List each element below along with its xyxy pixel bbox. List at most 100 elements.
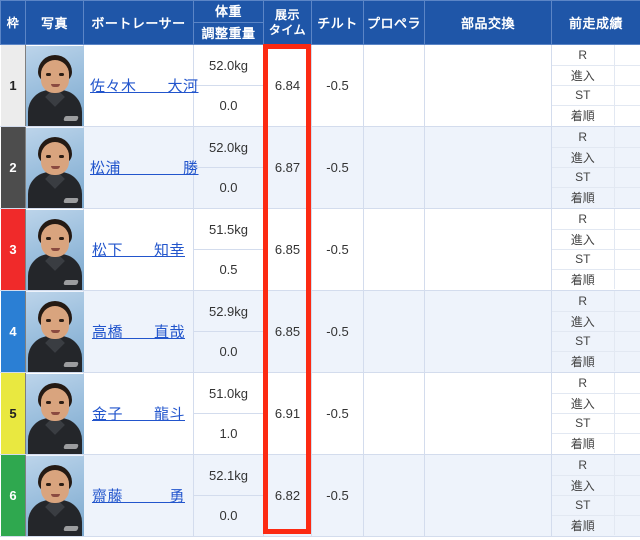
tilt-cell: -0.5 xyxy=(311,290,364,373)
racer-name-link[interactable]: 松下 知幸 xyxy=(92,242,185,259)
previous-result-row: 着順 xyxy=(552,269,640,289)
header-adjust-weight: 調整重量 xyxy=(193,22,264,45)
previous-result-value xyxy=(614,167,640,188)
tilt-cell: -0.5 xyxy=(311,372,364,455)
exhibition-time-cell: 6.82 xyxy=(263,454,312,537)
table-row: 6 齋藤 勇 52.1kg 0.0 6.82 -0.5 R 進入 ST 着順 xyxy=(0,454,640,537)
previous-result-value xyxy=(614,311,640,332)
parts-exchange-cell xyxy=(424,44,552,127)
adjust-weight-value: 0.5 xyxy=(219,261,238,277)
previous-result-label: 進入 xyxy=(552,65,615,86)
table-header: 枠 写真 ボートレーサー 体重 展示 タイム チルト プロペラ 部品交換 前走成… xyxy=(0,0,640,45)
table-row: 5 金子 龍斗 51.0kg 1.0 6.91 -0.5 R 進入 ST 着順 xyxy=(0,372,640,455)
previous-result-subtable: R 進入 ST 着順 xyxy=(552,455,640,535)
adjust-weight-value: 0.0 xyxy=(219,343,238,359)
previous-result-row: R xyxy=(552,455,640,476)
previous-result-label: 進入 xyxy=(552,229,615,250)
propeller-cell xyxy=(363,290,425,373)
racer-name-link[interactable]: 松浦 勝 xyxy=(90,160,199,177)
racer-photo-cell xyxy=(25,208,84,291)
previous-result-label: 着順 xyxy=(552,351,615,371)
racer-name-link[interactable]: 金子 龍斗 xyxy=(92,406,185,423)
header-exhibition-time-line1: 展示 xyxy=(274,7,300,22)
table-row: 2 松浦 勝 52.0kg 0.0 6.87 -0.5 R 進入 ST 着順 xyxy=(0,126,640,209)
previous-result-row: 着順 xyxy=(552,433,640,453)
racer-photo-cell xyxy=(25,454,84,537)
previous-result-row: ST xyxy=(552,249,640,270)
weight-value: 51.0kg xyxy=(194,374,263,414)
header-propeller: プロペラ xyxy=(363,0,425,45)
exhibition-time-cell: 6.91 xyxy=(263,372,312,455)
header-exhibition-time-line2: タイム xyxy=(268,22,307,37)
weight-value: 52.9kg xyxy=(194,292,263,332)
tilt-cell: -0.5 xyxy=(311,454,364,537)
previous-result-row: R xyxy=(552,291,640,312)
adjust-weight-value: 0.0 xyxy=(219,97,238,113)
previous-result-row: 進入 xyxy=(552,393,640,414)
propeller-cell xyxy=(363,44,425,127)
propeller-cell xyxy=(363,208,425,291)
header-weight: 体重 xyxy=(193,0,264,23)
previous-result-value xyxy=(614,495,640,516)
previous-result-subtable: R 進入 ST 着順 xyxy=(552,209,640,289)
previous-result-value xyxy=(614,515,640,535)
racer-photo-cell xyxy=(25,372,84,455)
previous-result-cell: R 進入 ST 着順 xyxy=(551,126,640,209)
racer-photo xyxy=(26,455,84,536)
previous-result-value xyxy=(614,393,640,414)
exhibition-time-cell: 6.87 xyxy=(263,126,312,209)
previous-result-label: 進入 xyxy=(552,147,615,168)
racer-photo xyxy=(26,291,84,372)
previous-result-label: R xyxy=(552,127,615,148)
previous-result-value xyxy=(614,209,640,230)
racer-name-cell: 松浦 勝 xyxy=(83,126,198,209)
parts-exchange-cell xyxy=(424,454,552,537)
table-body: 1 佐々木 大河 52.0kg 0.0 6.84 -0.5 R 進入 ST 着順 2 松浦 勝 52.0… xyxy=(0,44,640,537)
previous-result-row: 着順 xyxy=(552,187,640,207)
previous-result-label: ST xyxy=(552,331,615,352)
table-row: 4 高橋 直哉 52.9kg 0.0 6.85 -0.5 R 進入 ST 着順 xyxy=(0,290,640,373)
previous-result-row: 着順 xyxy=(552,515,640,535)
racer-name-cell: 金子 龍斗 xyxy=(83,372,194,455)
previous-result-subtable: R 進入 ST 着順 xyxy=(552,291,640,371)
previous-result-cell: R 進入 ST 着順 xyxy=(551,44,640,127)
racer-name-link[interactable]: 佐々木 大河 xyxy=(90,78,199,95)
previous-result-label: ST xyxy=(552,495,615,516)
weight-value: 52.0kg xyxy=(194,46,263,86)
propeller-cell xyxy=(363,372,425,455)
racer-name-link[interactable]: 齋藤 勇 xyxy=(92,488,185,505)
racer-name-link[interactable]: 高橋 直哉 xyxy=(92,324,185,341)
propeller-cell xyxy=(363,126,425,209)
previous-result-value xyxy=(614,269,640,289)
previous-result-value xyxy=(614,331,640,352)
previous-result-cell: R 進入 ST 着順 xyxy=(551,290,640,373)
previous-result-label: ST xyxy=(552,413,615,434)
exhibition-time-cell: 6.84 xyxy=(263,44,312,127)
previous-result-row: R xyxy=(552,45,640,66)
table-row: 3 松下 知幸 51.5kg 0.5 6.85 -0.5 R 進入 ST 着順 xyxy=(0,208,640,291)
previous-result-cell: R 進入 ST 着順 xyxy=(551,208,640,291)
previous-result-label: R xyxy=(552,455,615,476)
previous-result-label: R xyxy=(552,291,615,312)
previous-result-value xyxy=(614,249,640,270)
racer-name-cell: 齋藤 勇 xyxy=(83,454,194,537)
weight-value: 52.1kg xyxy=(194,456,263,496)
previous-result-value xyxy=(614,229,640,250)
table-row: 1 佐々木 大河 52.0kg 0.0 6.84 -0.5 R 進入 ST 着順 xyxy=(0,44,640,127)
previous-result-label: 着順 xyxy=(552,269,615,289)
previous-result-value xyxy=(614,413,640,434)
adjust-weight-value: 0.0 xyxy=(219,179,238,195)
lane-number-cell: 5 xyxy=(0,372,26,455)
previous-result-label: 進入 xyxy=(552,475,615,496)
previous-result-subtable: R 進入 ST 着順 xyxy=(552,127,640,207)
racer-name-cell: 高橋 直哉 xyxy=(83,290,194,373)
previous-result-row: ST xyxy=(552,331,640,352)
previous-result-row: 進入 xyxy=(552,475,640,496)
previous-result-cell: R 進入 ST 着順 xyxy=(551,372,640,455)
previous-result-label: R xyxy=(552,373,615,394)
racer-photo xyxy=(26,127,84,208)
propeller-cell xyxy=(363,454,425,537)
previous-result-value xyxy=(614,187,640,207)
racer-name-cell: 佐々木 大河 xyxy=(83,44,198,127)
parts-exchange-cell xyxy=(424,372,552,455)
